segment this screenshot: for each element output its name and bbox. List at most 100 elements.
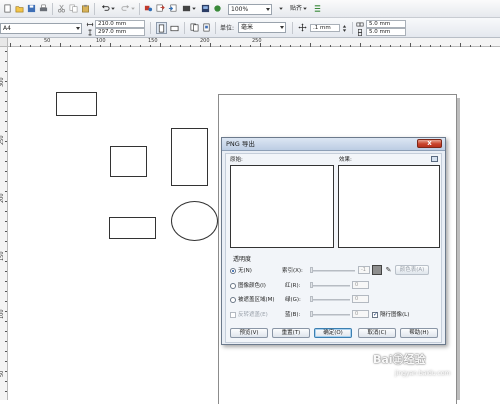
- open-icon[interactable]: [14, 3, 25, 14]
- cut-icon[interactable]: [56, 3, 67, 14]
- transparency-none-radio[interactable]: [230, 268, 236, 274]
- cancel-button[interactable]: 取消(C): [358, 328, 396, 338]
- red-slider[interactable]: [310, 285, 350, 287]
- save-icon[interactable]: [26, 3, 37, 14]
- horizontal-ruler[interactable]: 50 100 150 200 250: [8, 38, 500, 47]
- dialog-titlebar[interactable]: PNG 导出 x: [222, 138, 445, 151]
- ruler-tick: [120, 45, 121, 47]
- ruler-tick: [5, 311, 7, 312]
- transparency-image-color-label: 图像颜色(I): [238, 283, 266, 289]
- ruler-tick: [440, 45, 441, 47]
- ok-button[interactable]: 确定(O): [314, 328, 352, 338]
- nudge-distance-field[interactable]: .1 mm: [310, 24, 340, 32]
- launcher-dropdown-icon[interactable]: [191, 3, 197, 14]
- landscape-button[interactable]: [169, 22, 180, 34]
- undo-dropdown-icon[interactable]: [110, 3, 116, 14]
- green-value-field[interactable]: 0: [352, 295, 369, 303]
- png-export-dialog: PNG 导出 x 原始: 效果: 透明度 无(N) 图像颜色(I) 被遮盖区域(…: [221, 137, 446, 345]
- ruler-tick: [5, 201, 7, 202]
- rectangle-shape[interactable]: [109, 217, 156, 239]
- paper-size-combo[interactable]: A4: [0, 23, 82, 34]
- preview-button[interactable]: 预览(V): [230, 328, 268, 338]
- ruler-tick-label: 200: [200, 38, 210, 44]
- snap-to-label[interactable]: 贴齐: [290, 5, 302, 13]
- separator: [52, 3, 53, 15]
- ruler-tick-label: 150: [0, 251, 5, 261]
- red-slider-thumb[interactable]: [310, 282, 313, 288]
- red-value-field[interactable]: 0: [352, 281, 369, 289]
- ruler-tick: [5, 361, 7, 362]
- transparent-color-swatch[interactable]: [372, 265, 382, 275]
- nudge-spinner-icon[interactable]: [342, 24, 347, 32]
- ruler-tick: [410, 43, 411, 47]
- ruler-origin[interactable]: [0, 38, 8, 47]
- paste-icon[interactable]: [80, 3, 91, 14]
- welcome-screen-icon[interactable]: [200, 3, 211, 14]
- redo-dropdown-icon[interactable]: [130, 3, 136, 14]
- vertical-ruler[interactable]: 300 250 200 150 100 50: [0, 47, 8, 400]
- ruler-tick: [5, 261, 7, 262]
- eyedropper-icon[interactable]: ✎: [384, 265, 393, 275]
- blue-slider[interactable]: [310, 314, 350, 316]
- import-icon[interactable]: [155, 3, 166, 14]
- units-combo[interactable]: 毫米: [238, 22, 286, 33]
- all-pages-icon[interactable]: [189, 22, 200, 33]
- blue-label: 蓝(B):: [285, 312, 301, 318]
- rectangle-shape[interactable]: [56, 92, 97, 116]
- invert-mask-checkbox[interactable]: [230, 312, 236, 318]
- zoom-level-value: 100%: [231, 6, 249, 13]
- ruler-tick: [5, 161, 7, 162]
- interlace-checkbox[interactable]: [372, 311, 378, 318]
- duplicate-distance-x-field[interactable]: 5.0 mm: [366, 20, 406, 28]
- blue-slider-thumb[interactable]: [310, 311, 313, 317]
- print-icon[interactable]: [38, 3, 49, 14]
- page-height-icon: [86, 28, 94, 36]
- green-label: 绿(G):: [285, 297, 301, 303]
- ruler-tick: [390, 45, 391, 47]
- ruler-tick: [480, 45, 481, 47]
- green-slider[interactable]: [310, 299, 350, 301]
- ruler-tick: [5, 321, 7, 322]
- ruler-tick: [5, 381, 7, 382]
- index-slider-thumb[interactable]: [310, 267, 313, 273]
- ruler-tick: [90, 45, 91, 47]
- transparency-masked-area-radio[interactable]: [230, 297, 236, 303]
- zoom-dropdown-icon[interactable]: [278, 3, 284, 14]
- dialog-title: PNG 导出: [226, 140, 255, 148]
- new-icon[interactable]: [2, 3, 13, 14]
- page-width-field[interactable]: 210.0 mm: [95, 20, 145, 28]
- current-page-icon[interactable]: [201, 22, 212, 33]
- ruler-tick: [5, 171, 7, 172]
- export-icon[interactable]: [167, 3, 178, 14]
- ruler-tick: [280, 45, 281, 47]
- transparency-image-color-radio[interactable]: [230, 283, 236, 289]
- options-icon[interactable]: [312, 3, 323, 14]
- duplicate-y-icon: [356, 28, 364, 36]
- rectangle-shape[interactable]: [110, 146, 147, 177]
- ruler-tick: [80, 45, 81, 47]
- green-slider-thumb[interactable]: [310, 296, 313, 302]
- ruler-tick: [380, 45, 381, 47]
- blue-value-field[interactable]: 0: [352, 310, 369, 318]
- color-palette-button[interactable]: 颜色表(A): [395, 265, 429, 275]
- index-slider[interactable]: [310, 270, 355, 272]
- copy-icon[interactable]: [68, 3, 79, 14]
- rectangle-shape[interactable]: [171, 128, 208, 186]
- ruler-tick: [320, 45, 321, 47]
- ellipse-shape[interactable]: [171, 201, 218, 241]
- transparency-masked-area-label: 被遮盖区域(M): [238, 297, 275, 303]
- portrait-button[interactable]: [156, 22, 167, 34]
- search-content-icon[interactable]: [143, 3, 154, 14]
- zoom-level-combo[interactable]: 100%: [228, 4, 272, 15]
- snap-dropdown-icon[interactable]: [302, 3, 308, 14]
- ruler-tick: [310, 43, 311, 47]
- page-height-field[interactable]: 297.0 mm: [95, 28, 145, 36]
- ruler-tick: [350, 45, 351, 47]
- reset-button[interactable]: 重置(T): [272, 328, 310, 338]
- preview-toggle-icon[interactable]: [431, 156, 438, 162]
- close-button[interactable]: x: [417, 139, 442, 148]
- duplicate-distance-y-field[interactable]: 5.0 mm: [366, 28, 406, 36]
- index-value-field[interactable]: -1: [358, 266, 370, 274]
- help-button[interactable]: 帮助(H): [400, 328, 438, 338]
- corel-online-icon[interactable]: [212, 3, 223, 14]
